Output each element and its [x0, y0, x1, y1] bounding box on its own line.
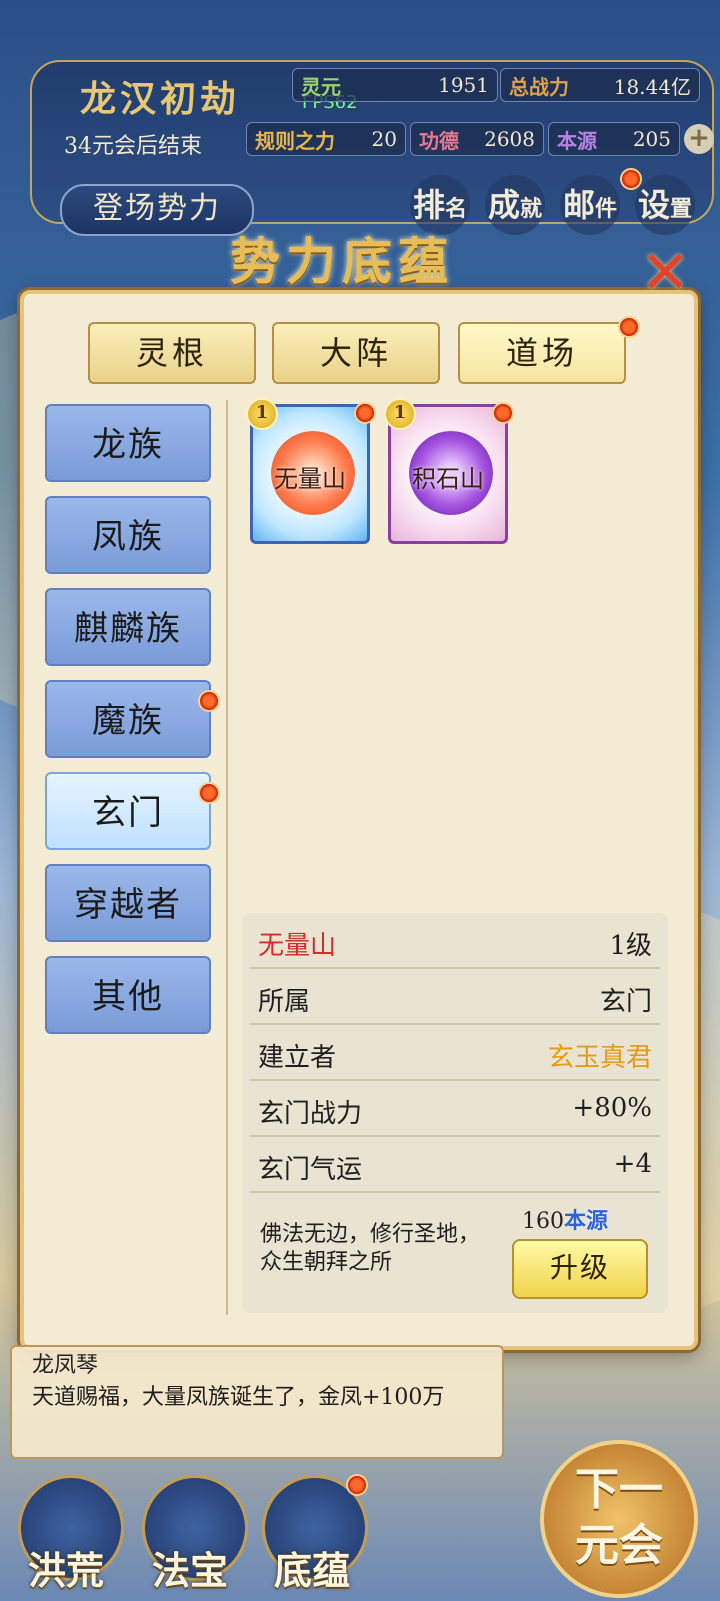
stat-label: 灵元: [301, 74, 341, 99]
stat-origin: 本源 205: [548, 122, 680, 156]
stat-value: 20: [371, 127, 397, 151]
mail-button[interactable]: 邮件: [560, 175, 620, 235]
detail-value: 玄门: [599, 987, 652, 1017]
modal-title: 势力底蕴: [230, 232, 454, 291]
event-log: 龙凤琴 天道赐福，大量凤族诞生了，金凤+100万: [10, 1345, 504, 1459]
close-icon[interactable]: ✕: [640, 238, 690, 308]
enter-faction-button[interactable]: 登场势力: [60, 184, 254, 236]
stat-value: 2608: [484, 127, 535, 151]
xuanmen-notification-dot: [198, 782, 220, 804]
stat-label: 本源: [557, 128, 597, 153]
achievement-button[interactable]: 成就: [485, 175, 545, 235]
upgrade-button[interactable]: 升级: [512, 1239, 648, 1299]
stat-merit: 功德 2608: [410, 122, 544, 156]
detail-value: +4: [613, 1149, 652, 1179]
detail-description: 佛法无边，修行圣地，众生朝拜之所: [260, 1222, 481, 1275]
detail-row: 玄门战力 +80%: [250, 1081, 660, 1137]
category-other[interactable]: 其他: [45, 956, 211, 1034]
settings-sub: 置: [670, 196, 693, 222]
next-line2: 元会: [575, 1520, 663, 1571]
card-name: 无量山: [274, 465, 346, 493]
dojo-tab-notification-dot: [618, 316, 640, 338]
add-origin-button[interactable]: +: [684, 124, 714, 154]
detail-row: 玄门气运 +4: [250, 1137, 660, 1193]
demon-notification-dot: [198, 690, 220, 712]
tab-dojo[interactable]: 道场: [458, 322, 626, 384]
stat-total-power: 总战力 18.44亿: [500, 68, 700, 102]
dojo-detail-panel: 无量山 1级 所属 玄门 建立者 玄玉真君 玄门战力 +80% 玄门气运 +4 …: [242, 913, 668, 1313]
stat-rule-power: 规则之力 20: [246, 122, 406, 156]
era-title: 龙汉初劫: [80, 78, 241, 120]
log-text: 天道赐福，大量凤族诞生了，金凤+100万: [32, 1385, 445, 1410]
achievement-sub: 就: [520, 196, 543, 222]
detail-key: 玄门气运: [258, 1155, 363, 1185]
detail-row: 建立者 玄玉真君: [250, 1025, 660, 1081]
detail-value: 玄玉真君: [547, 1043, 652, 1073]
mail-sub: 件: [595, 196, 618, 222]
ranking-sub: 名: [445, 196, 468, 222]
category-xuanmen[interactable]: 玄门: [45, 772, 211, 850]
log-title: 龙凤琴: [32, 1353, 99, 1378]
stat-value: 205: [632, 127, 671, 151]
heritage-notification-dot: [346, 1474, 368, 1496]
settings-label: 设: [637, 186, 670, 224]
detail-level: 1级: [609, 931, 652, 961]
cost-currency: 本源: [564, 1208, 609, 1234]
card-notification-dot: [492, 402, 514, 424]
stat-label: 规则之力: [255, 128, 335, 153]
next-line1: 下一: [575, 1464, 663, 1515]
category-traveler[interactable]: 穿越者: [45, 864, 211, 942]
heritage-label: 底蕴: [274, 1548, 351, 1593]
card-level-badge: 1: [384, 398, 416, 430]
card-level-badge: 1: [246, 398, 278, 430]
stat-label: 总战力: [509, 74, 569, 99]
category-dragon[interactable]: 龙族: [45, 404, 211, 482]
stat-value: 18.44亿: [613, 74, 691, 99]
detail-key: 建立者: [258, 1043, 337, 1073]
stat-value: 1951: [438, 73, 489, 97]
mail-label: 邮: [562, 186, 595, 224]
panel-divider: [226, 400, 228, 1315]
upgrade-cost: 160本源: [522, 1203, 608, 1235]
settings-button[interactable]: 设置: [635, 175, 695, 235]
detail-row: 所属 玄门: [250, 969, 660, 1025]
detail-value: +80%: [572, 1093, 652, 1123]
ranking-label: 排: [412, 186, 445, 224]
card-notification-dot: [354, 402, 376, 424]
next-era-button[interactable]: 下一 元会: [540, 1440, 698, 1598]
detail-key: 所属: [258, 987, 311, 1017]
achievement-label: 成: [487, 186, 520, 224]
treasure-label: 法宝: [152, 1548, 229, 1593]
tab-spirit-root[interactable]: 灵根: [88, 322, 256, 384]
category-qilin[interactable]: 麒麟族: [45, 588, 211, 666]
category-phoenix[interactable]: 凤族: [45, 496, 211, 574]
era-countdown: 34元会后结束: [64, 134, 202, 159]
honghuang-label: 洪荒: [28, 1548, 105, 1593]
card-name: 积石山: [412, 465, 484, 493]
stat-lingyuan: 灵元 1951: [292, 68, 498, 102]
stat-label: 功德: [419, 128, 459, 153]
tab-formation[interactable]: 大阵: [272, 322, 440, 384]
category-demon[interactable]: 魔族: [45, 680, 211, 758]
detail-key: 玄门战力: [258, 1099, 363, 1129]
detail-header-row: 无量山 1级: [250, 913, 660, 969]
detail-name: 无量山: [258, 931, 337, 961]
cost-amount: 160: [522, 1209, 564, 1234]
